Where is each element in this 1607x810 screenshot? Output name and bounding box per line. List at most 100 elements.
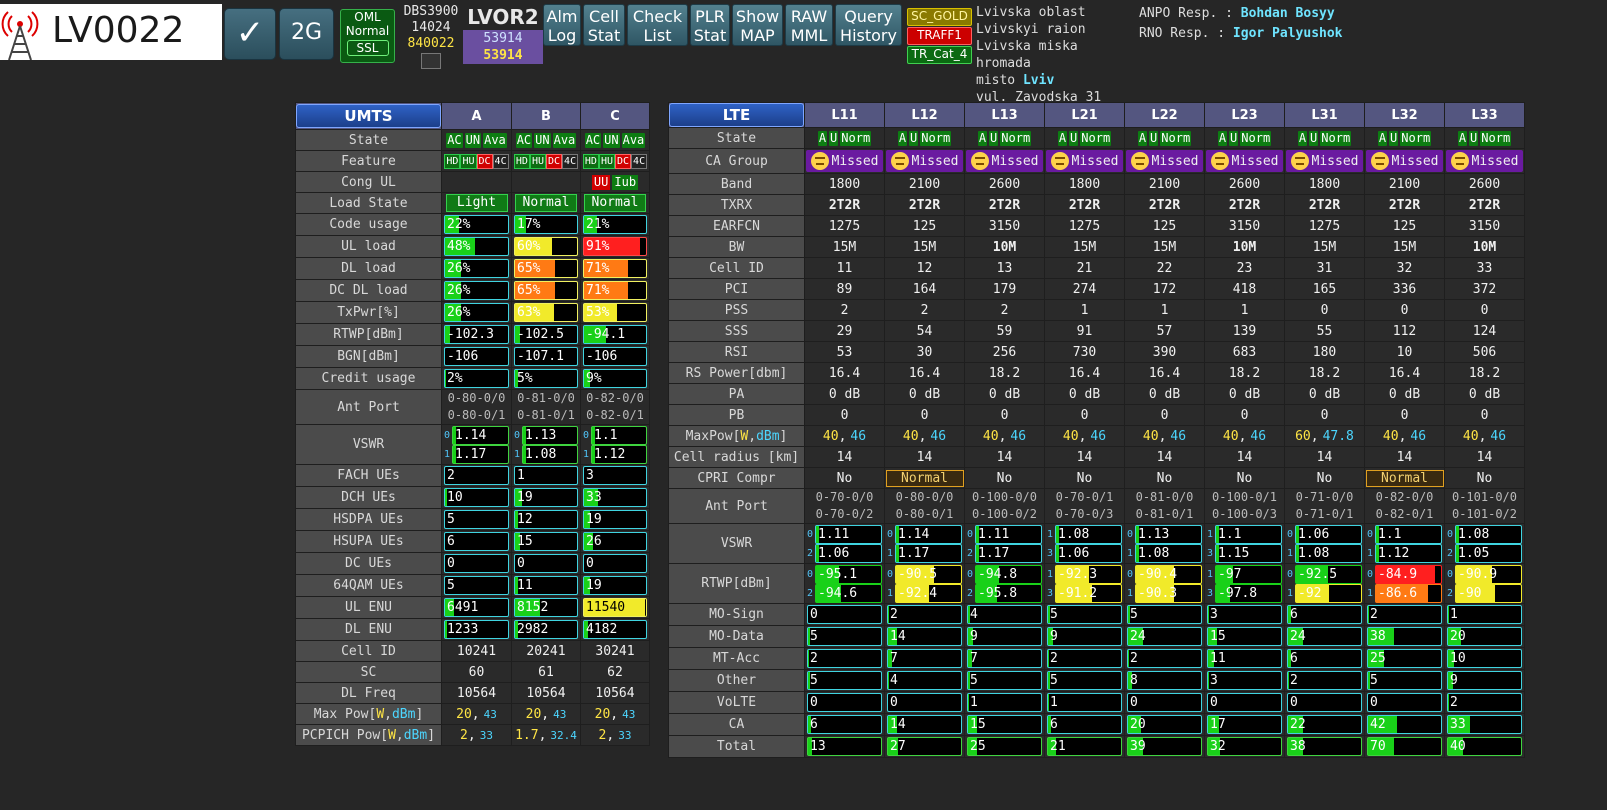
umts-value: 2982 xyxy=(511,618,581,641)
bar-value: -84.9 xyxy=(1378,566,1418,582)
bar-value: -97.8 xyxy=(1218,585,1258,601)
bar-value: 0 xyxy=(810,695,818,710)
toolbar-button-query-history[interactable]: Query History xyxy=(835,4,902,46)
umts-value: 26% xyxy=(441,257,512,280)
umts-bar: 91% xyxy=(583,237,647,256)
toolbar-button-show-map[interactable]: Show MAP xyxy=(732,4,783,46)
lte-value: 1800 xyxy=(1044,173,1125,195)
rtwp-bar: -90 xyxy=(1455,583,1522,603)
rtwp-bar: -92 xyxy=(1295,583,1362,603)
lte-counter-bar: 9 xyxy=(967,627,1042,646)
lte-cell-header[interactable]: L21 xyxy=(1044,102,1125,128)
toolbar-button-check-list[interactable]: Check List xyxy=(627,4,688,46)
umts-row: PCPICH Pow[W,dBm] 2, 33 1.7, 32.4 2, 33 xyxy=(295,724,650,746)
lte-cell-header[interactable]: L23 xyxy=(1204,102,1285,128)
bar-value: 5 xyxy=(1370,673,1378,688)
umts-tech-button[interactable]: UMTS xyxy=(296,104,441,128)
ca-group-missed: Missed xyxy=(1286,150,1363,172)
bar-value: 32 xyxy=(1210,739,1226,754)
lte-value: 0 dB xyxy=(1204,383,1285,405)
umts-row: FACH UEs 2 1 3 xyxy=(295,464,650,487)
lte-cell-header[interactable]: L32 xyxy=(1364,102,1445,128)
lte-value: 2600 xyxy=(1204,173,1285,195)
ant-port: 0-100-0/1 0-100-0/3 xyxy=(1211,490,1278,521)
umts-row-label: Cell ID xyxy=(295,640,442,662)
check-button[interactable]: ✓ xyxy=(224,8,276,60)
umts-value: 6491 xyxy=(441,596,512,619)
rtwp-line: 0 -95.1 xyxy=(806,564,884,584)
umts-cell-header[interactable]: B xyxy=(511,102,581,130)
lte-value: 4 xyxy=(964,603,1045,626)
lte-row-label: VoLTE xyxy=(668,691,805,714)
lte-row: Cell radius [km] 14 14 14 14 14 14 14 14 14 xyxy=(668,446,1525,468)
lte-value: 6 xyxy=(804,713,885,736)
lte-cell-header[interactable]: L12 xyxy=(884,102,965,128)
lte-cell-header[interactable]: L11 xyxy=(804,102,885,128)
lte-value: 0 xyxy=(1204,404,1285,426)
lte-row: PSS 2 2 2 1 1 1 0 0 0 xyxy=(668,299,1525,321)
bar-value: 38 xyxy=(1370,629,1386,644)
cpri-normal-badge: Normal xyxy=(1365,469,1444,487)
lte-counter-bar: 14 xyxy=(887,627,962,646)
lte-value: 0 -90.4 1 -90.3 xyxy=(1124,563,1205,604)
toolbar-button-cell-stat[interactable]: Cell Stat xyxy=(583,4,625,46)
rno-name[interactable]: Igor Palyushok xyxy=(1233,26,1343,41)
lte-tech-button[interactable]: LTE xyxy=(669,103,804,127)
anpo-name[interactable]: Bohdan Bosyy xyxy=(1241,6,1335,21)
bar-value: 19 xyxy=(517,490,533,505)
feature-badge: DC xyxy=(476,154,493,169)
lte-value: 15M xyxy=(1044,236,1125,258)
node-code: 840022 xyxy=(407,36,455,51)
lte-cell-header[interactable]: L13 xyxy=(964,102,1045,128)
toolbar-button-alm-log[interactable]: Alm Log xyxy=(543,4,581,46)
lte-row-label: SSS xyxy=(668,320,805,342)
umts-cell-header[interactable]: C xyxy=(580,102,650,130)
ca-group-text: Missed xyxy=(1391,153,1439,169)
state-badge: Ava xyxy=(621,132,646,148)
tech-2g-button[interactable]: 2G xyxy=(279,8,334,60)
bar-value: -90.4 xyxy=(1138,566,1178,582)
lte-cell-header[interactable]: L22 xyxy=(1124,102,1205,128)
lte-value: 12 xyxy=(884,257,965,279)
umts-row: Feature HD HU DC 4C HD HU DC 4C HD HU DC 4C xyxy=(295,150,650,172)
lte-value: 1 xyxy=(1444,603,1525,626)
lte-value: 0-100-0/1 0-100-0/3 xyxy=(1204,488,1285,524)
bar-value: 10 xyxy=(447,490,463,505)
port-index: 2 xyxy=(806,547,814,559)
umts-row-label: SC xyxy=(295,661,442,683)
bar-value: 17% xyxy=(517,217,541,232)
toolbar-label: Log xyxy=(547,26,577,45)
lte-value: 2 xyxy=(1284,669,1365,692)
lte-value: 2T2R xyxy=(1204,194,1285,216)
lte-cell-header[interactable]: L31 xyxy=(1284,102,1365,128)
lte-value: Normal xyxy=(1364,467,1445,489)
lte-value: 30 xyxy=(884,341,965,363)
lte-value: 0 dB xyxy=(884,383,965,405)
umts-ue-bar: 19 xyxy=(583,510,647,529)
bar-value: 1.08 xyxy=(1138,545,1170,561)
vswr-line: 1 1.08 xyxy=(513,444,580,464)
lte-value: 0 -94.8 2 -95.8 xyxy=(964,563,1045,604)
ant-port: 0-71-0/0 0-71-0/1 xyxy=(1295,490,1354,521)
toolbar-button-plr-stat[interactable]: PLR Stat xyxy=(690,4,730,46)
lte-counter-bar: 33 xyxy=(1447,715,1522,734)
lte-value: 0 xyxy=(804,404,885,426)
lte-row-label: TXRX xyxy=(668,194,805,216)
lte-row: MaxPow[W,dBm] 40, 46 40, 46 40, 46 40, 46 40, 46 40… xyxy=(668,425,1525,447)
header-bar: LV0022 ✓ 2G OML Normal SSL DBS3900 14024… xyxy=(0,0,1607,105)
rtwp-line: 1 -86.6 xyxy=(1366,583,1444,603)
port-index: 0 xyxy=(1366,568,1374,580)
lte-value: 0-100-0/0 0-100-0/2 xyxy=(964,488,1045,524)
umts-value: -107.1 xyxy=(511,345,581,368)
port-index: 1 xyxy=(1366,587,1374,599)
lte-cell-header[interactable]: L33 xyxy=(1444,102,1525,128)
umts-value: HD HU DC 4C xyxy=(441,150,512,172)
vswr-line: 2 1.17 xyxy=(966,543,1044,563)
lte-row: RTWP[dBm] 0 -95.1 2 -94.6 0 -90.5 1 -92.4 0 -94.8 2… xyxy=(668,563,1525,604)
rnc-lac: 53914 xyxy=(463,30,543,47)
toolbar-button-raw-mml[interactable]: RAW MML xyxy=(785,4,833,46)
bar-value: -94.6 xyxy=(818,585,858,601)
lte-value: No xyxy=(1204,467,1285,489)
rtwp-bar: -92.5 xyxy=(1295,564,1362,584)
umts-cell-header[interactable]: A xyxy=(441,102,512,130)
